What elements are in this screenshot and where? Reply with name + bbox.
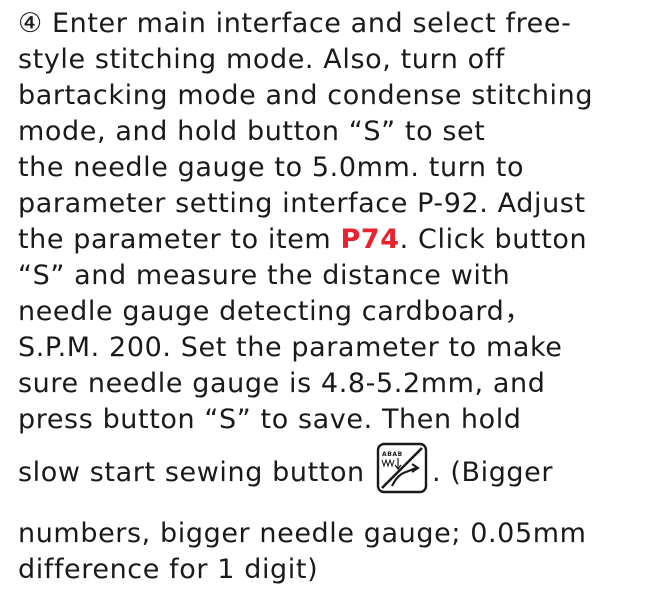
instruction-step: ④ Enter main interface and select free- … <box>18 6 654 588</box>
slow-start-sewing-icon: ABAB <box>376 442 428 494</box>
text-line: the needle gauge to 5.0mm. turn to <box>18 152 525 183</box>
icon-label: ABAB <box>382 451 403 458</box>
text-line: slow start sewing button ABAB . (Bigger <box>18 438 654 508</box>
text-line: numbers, bigger needle gauge; 0.05mm <box>18 518 587 549</box>
text-line: press button “S” to save. Then hold <box>18 404 522 435</box>
text-line: bartacking mode and condense stitching <box>18 80 594 111</box>
text-segment: slow start sewing button <box>18 457 374 488</box>
text-segment: . Click button <box>399 224 588 255</box>
text-line: needle gauge detecting cardboard， <box>18 296 532 327</box>
text-line: parameter setting interface P-92. Adjust <box>18 188 586 219</box>
parameter-code: P74 <box>340 224 400 255</box>
text-line: “S” and measure the distance with <box>18 260 511 291</box>
text-segment: . (Bigger <box>431 457 554 488</box>
text-segment: the parameter to item <box>18 224 341 255</box>
text-line: S.P.M. 200. Set the parameter to make <box>18 332 563 363</box>
text-line: style stitching mode. Also, turn off <box>18 44 505 75</box>
text-line: the parameter to item P74. Click button <box>18 222 654 258</box>
text-line: mode, and hold button “S” to set <box>18 116 486 147</box>
text-line: sure needle gauge is 4.8-5.2mm, and <box>18 368 546 399</box>
text-line: ④ Enter main interface and select free- <box>18 8 572 39</box>
text-line: difference for 1 digit) <box>18 554 319 585</box>
